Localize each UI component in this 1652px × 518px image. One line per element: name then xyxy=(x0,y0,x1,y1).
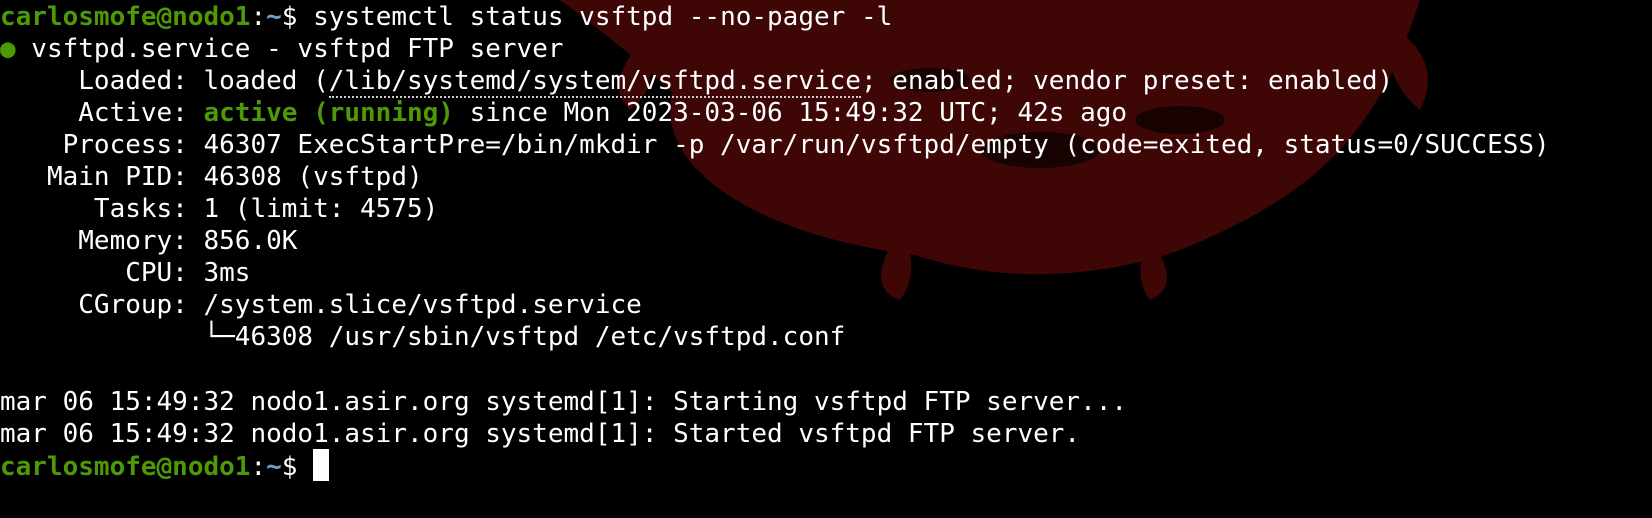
unit-header: ● vsftpd.service - vsftpd FTP server xyxy=(0,32,564,66)
loaded-label: Loaded: xyxy=(0,66,204,96)
status-dot-icon: ● xyxy=(0,34,16,64)
log-line: mar 06 15:49:32 nodo1.asir.org systemd[1… xyxy=(0,419,1081,449)
prompt-user-host: carlosmofe@nodo1 xyxy=(0,2,251,32)
active-state: active (running) xyxy=(203,98,454,128)
terminal-window[interactable]: carlosmofe@nodo1:~$ systemctl status vsf… xyxy=(0,0,1652,518)
cgroup-line: CGroup: /system.slice/vsftpd.service xyxy=(0,290,642,320)
prompt-symbol: $ xyxy=(281,2,314,32)
prompt-line[interactable]: carlosmofe@nodo1:~$ xyxy=(0,449,330,483)
active-label: Active: xyxy=(0,98,204,128)
text-cursor[interactable] xyxy=(313,449,330,481)
unit-description: vsftpd.service - vsftpd FTP server xyxy=(15,34,564,64)
active-since: since Mon 2023-03-06 15:49:32 UTC; 42s a… xyxy=(453,98,1128,128)
prompt-separator: : xyxy=(250,2,267,32)
tasks-line: Tasks: 1 (limit: 4575) xyxy=(0,194,439,224)
cpu-line: CPU: 3ms xyxy=(0,258,251,288)
active-line: Active: active (running) since Mon 2023-… xyxy=(0,96,1127,130)
loaded-suffix: ; enabled; vendor preset: enabled) xyxy=(860,66,1394,96)
prompt-separator: : xyxy=(250,452,267,482)
cgroup-child-line: └─46308 /usr/sbin/vsftpd /etc/vsftpd.con… xyxy=(0,322,846,352)
prompt-path: ~ xyxy=(266,452,282,482)
log-line: mar 06 15:49:32 nodo1.asir.org systemd[1… xyxy=(0,387,1128,417)
loaded-unit-path-link[interactable]: /lib/systemd/system/vsftpd.service xyxy=(328,66,861,98)
process-line: Process: 46307 ExecStartPre=/bin/mkdir -… xyxy=(0,130,1550,160)
command-line: carlosmofe@nodo1:~$ systemctl status vsf… xyxy=(0,0,892,34)
prompt-symbol: $ xyxy=(281,452,314,482)
main-pid-line: Main PID: 46308 (vsftpd) xyxy=(0,162,423,192)
loaded-prefix: loaded ( xyxy=(203,66,329,96)
command-text: systemctl status vsftpd --no-pager -l xyxy=(313,2,893,32)
prompt-path: ~ xyxy=(266,2,282,32)
prompt-user-host: carlosmofe@nodo1 xyxy=(0,452,251,482)
loaded-line: Loaded: loaded (/lib/systemd/system/vsft… xyxy=(0,64,1393,98)
memory-line: Memory: 856.0K xyxy=(0,226,298,256)
